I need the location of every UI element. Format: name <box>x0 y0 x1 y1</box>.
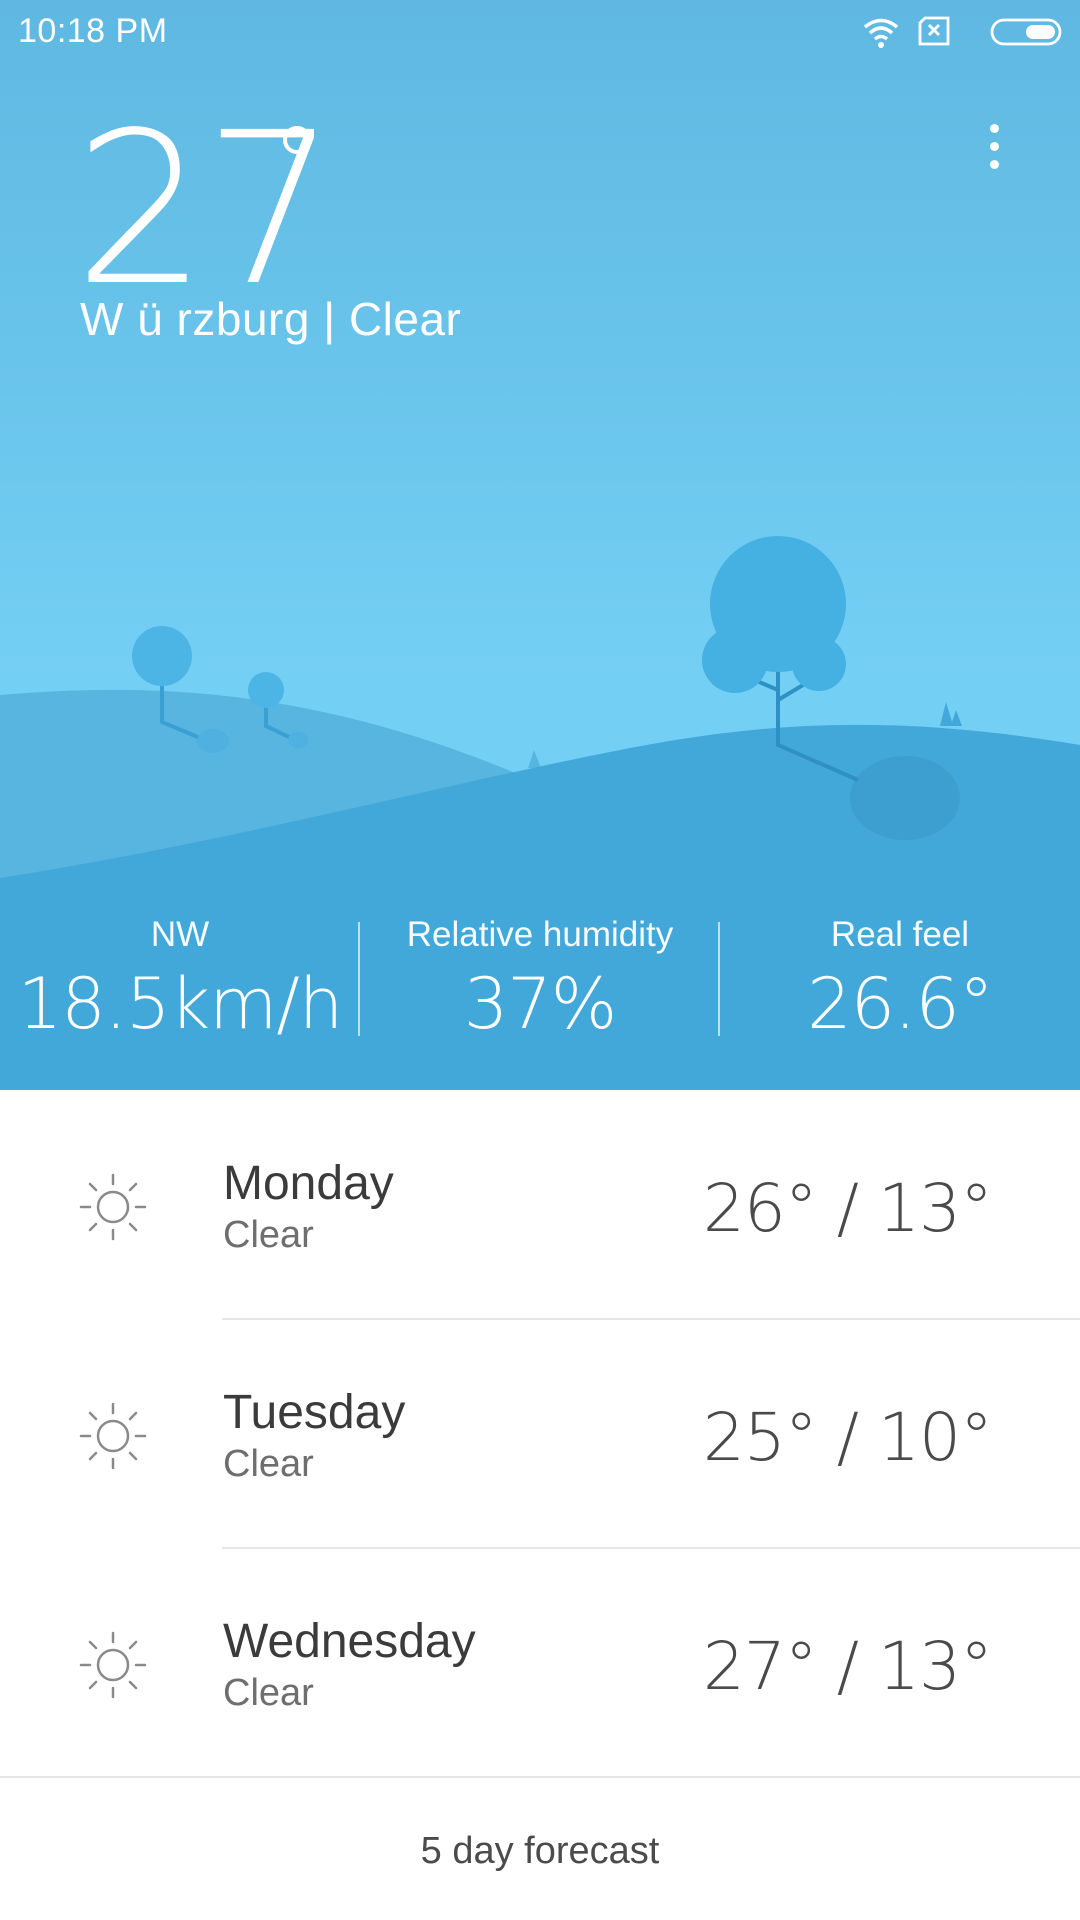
forecast-row[interactable]: Monday Clear 26° / 13° <box>0 1090 1080 1318</box>
forecast-row[interactable]: Tuesday Clear 25° / 10° <box>0 1319 1080 1547</box>
battery-icon <box>990 18 1062 46</box>
stat-wind: NW 18.5km/h <box>0 880 360 1044</box>
more-options-icon <box>990 124 999 133</box>
weather-hero: 10:18 PM 27 W ü rzburg | Clear NW 18.5km… <box>0 0 1080 1090</box>
forecast-condition: Clear <box>223 1214 314 1256</box>
forecast-day: Wednesday <box>223 1615 476 1668</box>
stat-wind-value: 18.5km/h <box>17 963 344 1045</box>
stat-real-feel-value: 26.6° <box>807 963 994 1045</box>
sun-icon <box>79 1631 147 1699</box>
stat-humidity-label: Relative humidity <box>406 915 674 954</box>
forecast-temp-range: 25° / 10° <box>702 1399 993 1476</box>
wifi-icon <box>863 18 899 48</box>
forecast-day: Monday <box>223 1157 394 1210</box>
more-options-icon-dot <box>990 160 999 169</box>
current-stats: NW 18.5km/h Relative humidity 37% Real f… <box>0 880 1080 1090</box>
forecast-day: Tuesday <box>223 1386 406 1439</box>
five-day-forecast-link[interactable]: 5 day forecast <box>0 1830 1080 1873</box>
more-options-button[interactable] <box>974 118 1016 176</box>
more-options-icon-dot <box>990 142 999 151</box>
status-time: 10:18 PM <box>18 12 168 50</box>
stat-real-feel: Real feel 26.6° <box>720 880 1080 1044</box>
forecast-condition: Clear <box>223 1672 314 1714</box>
row-divider <box>0 1776 1080 1778</box>
stat-humidity: Relative humidity 37% <box>360 880 720 1044</box>
stat-wind-label: NW <box>150 915 210 954</box>
forecast-temp-range: 26° / 13° <box>702 1170 993 1247</box>
forecast-temp-range: 27° / 13° <box>702 1628 993 1705</box>
forecast-condition: Clear <box>223 1443 314 1485</box>
location-condition: W ü rzburg | Clear <box>80 293 462 345</box>
degree-symbol <box>283 126 311 154</box>
sim-card-icon <box>918 16 950 46</box>
forecast-row[interactable]: Wednesday Clear 27° / 13° <box>0 1548 1080 1776</box>
sun-icon <box>79 1402 147 1470</box>
sun-icon <box>79 1173 147 1241</box>
stat-real-feel-label: Real feel <box>830 915 970 954</box>
stat-humidity-value: 37% <box>463 963 618 1045</box>
status-bar: 10:18 PM <box>0 0 1080 62</box>
